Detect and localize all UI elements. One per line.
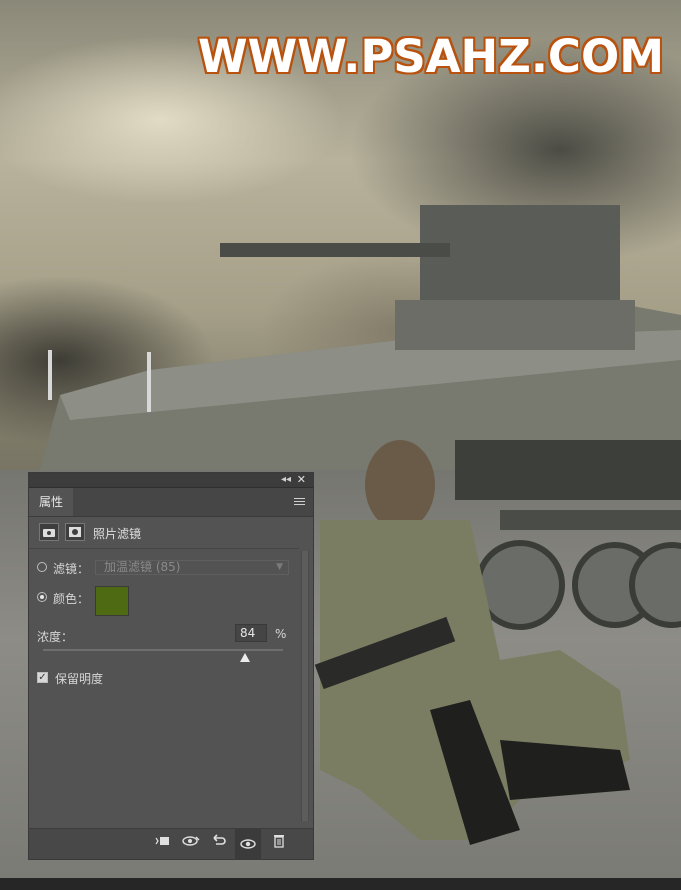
divider — [29, 548, 299, 549]
panel-menu-icon[interactable] — [294, 498, 305, 507]
visibility-eye-icon[interactable] — [235, 829, 261, 859]
panel-footer — [29, 828, 313, 859]
density-slider-track[interactable] — [43, 649, 283, 651]
scrollbar-thumb[interactable] — [302, 551, 308, 821]
color-swatch[interactable] — [95, 586, 129, 616]
chevron-down-icon: ▼ — [276, 562, 283, 572]
density-slider-thumb[interactable] — [239, 653, 250, 662]
panel-scrollbar[interactable] — [301, 551, 309, 821]
soldier-silhouette — [314, 440, 630, 845]
density-input[interactable]: 84 — [235, 624, 267, 642]
color-radio-label: 颜色： — [53, 592, 90, 606]
adjustment-title: 照片滤镜 — [93, 527, 142, 541]
reset-icon[interactable] — [209, 834, 229, 854]
properties-panel: ◂◂ ✕ 属性 照片滤镜 滤镜： 加温滤镜 (85) ▼ 颜色： 浓度： 84 … — [28, 472, 314, 860]
collapse-icon[interactable]: ◂◂ — [281, 473, 291, 487]
filter-radio-label: 滤镜： — [53, 562, 90, 576]
bottom-strip — [0, 878, 681, 890]
adjustment-camera-icon[interactable] — [39, 523, 59, 541]
tab-properties[interactable]: 属性 — [29, 488, 73, 516]
density-label: 浓度： — [37, 630, 74, 644]
view-previous-state-icon[interactable] — [181, 834, 201, 854]
layer-mask-icon[interactable] — [65, 523, 85, 541]
adjustment-header: 照片滤镜 — [39, 521, 299, 545]
color-radio[interactable] — [37, 592, 47, 602]
panel-titlebar[interactable]: ◂◂ ✕ — [29, 473, 313, 488]
density-unit: % — [275, 627, 287, 641]
clip-to-layer-icon[interactable] — [153, 834, 173, 854]
preserve-luminosity-label: 保留明度 — [55, 672, 104, 686]
filter-select-value: 加温滤镜 (85) — [104, 560, 181, 574]
filter-radio[interactable] — [37, 562, 47, 572]
watermark-text: WWW.PSAHZ.COM — [198, 30, 664, 83]
preserve-luminosity-checkbox[interactable]: ✓ — [37, 672, 48, 683]
filter-select[interactable]: 加温滤镜 (85) ▼ — [95, 560, 289, 575]
trash-icon[interactable] — [269, 834, 289, 854]
close-icon[interactable]: ✕ — [297, 473, 306, 487]
panel-tab-row: 属性 — [29, 488, 313, 517]
